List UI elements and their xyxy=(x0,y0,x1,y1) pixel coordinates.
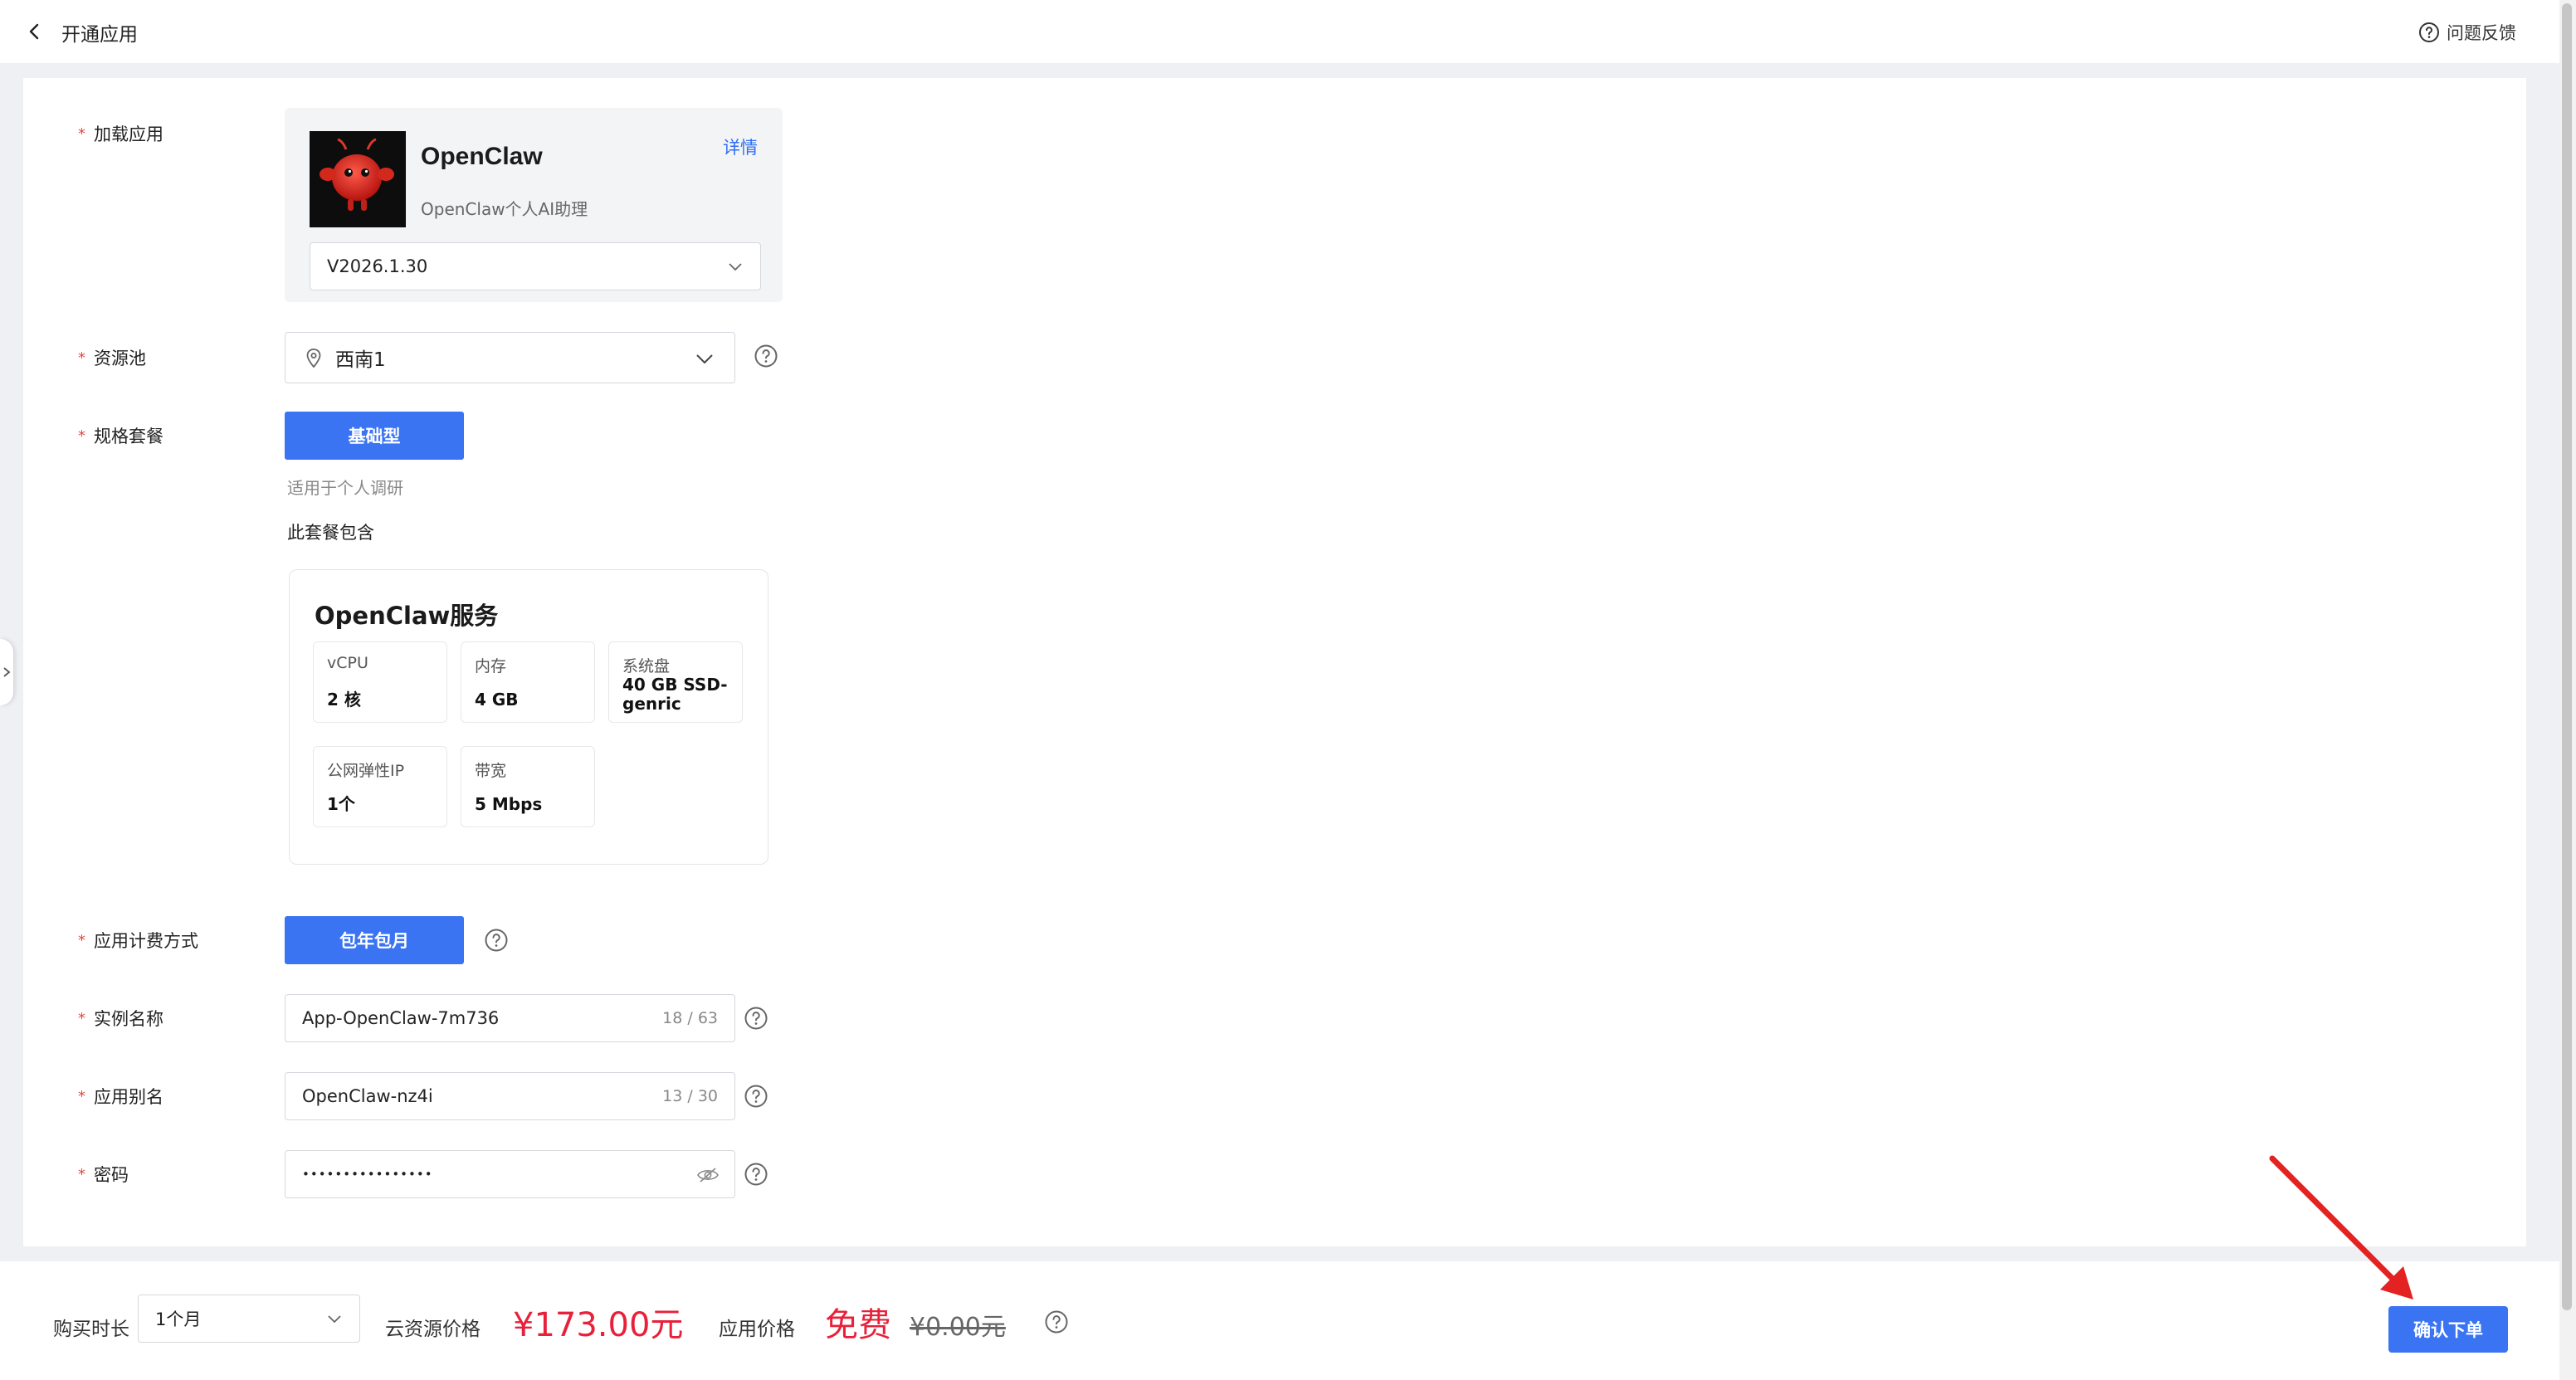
instance-name-input[interactable]: App-OpenClaw-7m736 18 / 63 xyxy=(285,994,735,1042)
app-logo-image xyxy=(310,131,406,227)
chevron-down-icon xyxy=(729,263,742,271)
app-detail-link[interactable]: 详情 xyxy=(723,134,758,159)
question-circle-icon xyxy=(2419,22,2439,42)
spec-value: 1个 xyxy=(327,794,355,814)
instance-name-row-label: * 实例名称 xyxy=(78,1006,163,1031)
pool-value: 西南1 xyxy=(335,349,386,371)
alias-value: OpenClaw-nz4i xyxy=(302,1086,433,1106)
feedback-link[interactable]: 问题反馈 xyxy=(2418,20,2516,45)
app-price-label: 应用价格 xyxy=(719,1319,795,1340)
price-help-icon[interactable] xyxy=(1044,1309,1069,1334)
instance-name-value: App-OpenClaw-7m736 xyxy=(302,1008,500,1028)
version-value: V2026.1.30 xyxy=(327,256,428,276)
app-price-original: ¥0.00元 xyxy=(910,1313,1006,1342)
pool-label-text: 资源池 xyxy=(94,349,146,368)
alias-label-text: 应用别名 xyxy=(94,1087,163,1107)
password-row-label: * 密码 xyxy=(78,1162,129,1187)
app-row-label: * 加载应用 xyxy=(78,121,163,146)
instance-name-help-icon[interactable] xyxy=(744,1006,768,1031)
billing-label-text: 应用计费方式 xyxy=(94,931,198,951)
required-mark: * xyxy=(78,1087,85,1105)
openclaw-mascot-icon xyxy=(310,131,406,227)
order-form-card: * 加载应用 OpenClaw OpenClaw个人AI助理 详情 V2026.… xyxy=(23,78,2526,1246)
plan-label-text: 规格套餐 xyxy=(94,427,163,446)
alias-count: 13 / 30 xyxy=(662,1087,718,1105)
sidebar-expand-toggle[interactable] xyxy=(0,639,13,705)
alias-row-label: * 应用别名 xyxy=(78,1084,163,1109)
top-header: 开通应用 问题反馈 xyxy=(0,0,2559,63)
resource-pool-select[interactable]: 西南1 xyxy=(285,332,735,383)
password-help-icon[interactable] xyxy=(744,1162,768,1187)
spec-key: 系统盘 xyxy=(622,657,671,675)
chevron-down-icon xyxy=(696,354,713,364)
required-mark: * xyxy=(78,1165,85,1183)
spec-value: 40 GB SSD-genric xyxy=(622,675,728,714)
app-card: OpenClaw OpenClaw个人AI助理 详情 V2026.1.30 xyxy=(285,108,783,302)
plan-basic-button[interactable]: 基础型 xyxy=(285,412,464,460)
duration-value: 1个月 xyxy=(155,1309,202,1329)
page-title: 开通应用 xyxy=(61,24,138,46)
spec-cell-vcpu: vCPU 2 核 xyxy=(313,641,447,723)
confirm-order-button[interactable]: 确认下单 xyxy=(2388,1306,2508,1353)
service-title: OpenClaw服务 xyxy=(315,602,499,630)
required-mark: * xyxy=(78,931,85,949)
plan-includes-label: 此套餐包含 xyxy=(287,523,374,543)
spec-value: 5 Mbps xyxy=(475,794,543,814)
spec-key: 内存 xyxy=(475,657,507,675)
billing-row-label: * 应用计费方式 xyxy=(78,928,198,953)
instance-name-label-text: 实例名称 xyxy=(94,1009,163,1029)
password-input[interactable]: •••••••••••••••• xyxy=(285,1150,735,1198)
billing-monthly-button[interactable]: 包年包月 xyxy=(285,916,464,964)
app-name: OpenClaw xyxy=(421,143,543,170)
password-label-text: 密码 xyxy=(94,1165,129,1185)
required-mark: * xyxy=(78,1009,85,1027)
required-mark: * xyxy=(78,124,85,143)
back-arrow-icon[interactable] xyxy=(25,22,45,41)
scrollbar-thumb[interactable] xyxy=(2562,3,2572,1310)
eye-hidden-icon[interactable] xyxy=(696,1166,720,1184)
alias-help-icon[interactable] xyxy=(744,1084,768,1109)
chevron-down-icon xyxy=(328,1315,341,1324)
password-value: •••••••••••••••• xyxy=(302,1167,433,1182)
duration-select[interactable]: 1个月 xyxy=(138,1295,360,1343)
annotation-arrow-icon xyxy=(2269,1155,2413,1300)
feedback-label: 问题反馈 xyxy=(2447,23,2516,43)
app-label-text: 加载应用 xyxy=(94,124,163,144)
plan-note: 适用于个人调研 xyxy=(287,478,403,498)
instance-name-count: 18 / 63 xyxy=(662,1009,718,1027)
duration-label: 购买时长 xyxy=(53,1319,129,1340)
spec-value: 4 GB xyxy=(475,690,519,710)
required-mark: * xyxy=(78,349,85,367)
app-price-value: 免费 xyxy=(825,1306,891,1344)
pool-row-label: * 资源池 xyxy=(78,345,146,370)
required-mark: * xyxy=(78,427,85,445)
spec-cell-memory: 内存 4 GB xyxy=(461,641,595,723)
spec-cell-bandwidth: 带宽 5 Mbps xyxy=(461,746,595,827)
package-details-box: OpenClaw服务 vCPU 2 核 内存 4 GB 系统盘 40 GB SS… xyxy=(289,569,768,865)
cloud-price-value: ¥173.00元 xyxy=(513,1306,684,1344)
spec-cell-system-disk: 系统盘 40 GB SSD-genric xyxy=(608,641,743,723)
plan-row-label: * 规格套餐 xyxy=(78,423,163,448)
version-select[interactable]: V2026.1.30 xyxy=(310,242,761,290)
cloud-price-label: 云资源价格 xyxy=(385,1319,481,1340)
location-pin-icon xyxy=(306,349,321,368)
order-bottom-bar: 购买时长 1个月 云资源价格 ¥173.00元 应用价格 免费 ¥0.00元 确… xyxy=(0,1261,2559,1380)
pool-help-icon[interactable] xyxy=(754,344,778,368)
spec-key: 公网弹性IP xyxy=(327,762,405,780)
app-description: OpenClaw个人AI助理 xyxy=(421,199,588,219)
chevron-right-icon xyxy=(3,667,11,677)
billing-help-icon[interactable] xyxy=(484,928,509,953)
alias-input[interactable]: OpenClaw-nz4i 13 / 30 xyxy=(285,1072,735,1120)
spec-key: 带宽 xyxy=(475,762,507,780)
spec-key: vCPU xyxy=(327,654,368,672)
spec-cell-public-ip: 公网弹性IP 1个 xyxy=(313,746,447,827)
spec-value: 2 核 xyxy=(327,690,361,710)
